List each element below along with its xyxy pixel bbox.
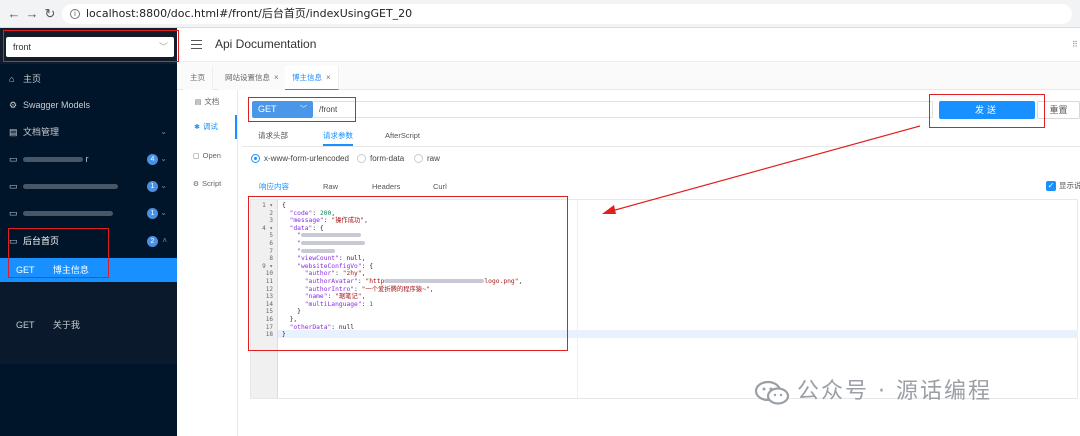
tab-request-params[interactable]: 请求参数 [323, 128, 353, 146]
tab-afterscript[interactable]: AfterScript [385, 128, 420, 146]
chevron-down-icon: ⌄ [160, 181, 167, 190]
tab-label: 网站设置信息 [225, 73, 270, 82]
doc-manage-icon: ▤ [9, 127, 18, 137]
model-icon: ⚙ [9, 100, 18, 110]
address-text: localhost:8800/doc.html#/front/后台首页/inde… [86, 7, 413, 20]
tab-curl[interactable]: Curl [433, 180, 447, 194]
blurred-label [23, 211, 113, 217]
sidebar-item-label: 主页 [23, 74, 42, 84]
radio-dot [414, 154, 423, 163]
tab-bar: 主页 网站设置信息 × 博主信息 × [177, 62, 1080, 90]
menu-icon[interactable] [191, 40, 202, 49]
address-bar[interactable]: i localhost:8800/doc.html#/front/后台首页/in… [62, 4, 1072, 24]
radio-label: x-www-form-urlencoded [264, 154, 349, 163]
rail-label: 文档 [204, 97, 220, 106]
sidebar-item-label: Swagger Models [23, 100, 91, 110]
tab-request-headers[interactable]: 请求头部 [258, 128, 288, 146]
annotation-box [929, 94, 1045, 128]
show-description-checkbox[interactable]: ✓显示说明 [1046, 180, 1080, 192]
top-header: Api Documentation [177, 28, 1080, 62]
rail-item-debug[interactable]: ✱ 调试 [177, 115, 237, 139]
annotation-arrow [602, 125, 921, 214]
rail-label: Open [202, 151, 221, 160]
chevron-down-icon: ⌄ [160, 154, 167, 163]
folder-icon: ▭ [9, 181, 18, 191]
sidebar-item-label: r [85, 154, 89, 164]
rail-label: Script [202, 179, 222, 188]
annotation-box [3, 30, 179, 62]
radio-urlencoded[interactable]: x-www-form-urlencoded [251, 153, 349, 165]
tab-site-settings[interactable]: 网站设置信息 × [218, 66, 287, 90]
open-icon: ▢ [193, 153, 200, 160]
back-arrow-icon[interactable]: ← [6, 6, 22, 22]
tab-response-content[interactable]: 响应内容 [259, 180, 289, 194]
annotation-box [248, 196, 568, 351]
sidebar-item-home[interactable]: ⌂ 主页 [0, 66, 177, 92]
close-icon[interactable]: × [326, 73, 331, 82]
blurred-label [23, 157, 83, 163]
doc-icon: ▤ [194, 99, 202, 106]
radio-label: raw [427, 154, 440, 163]
home-icon: ⌂ [9, 74, 15, 84]
api-item-about[interactable]: GET 关于我 [0, 312, 177, 338]
sidebar-item-controller-3[interactable]: ▭ 1 ⌄ [0, 200, 177, 226]
grid-icon[interactable]: ⠿ [1072, 40, 1078, 49]
tab-home[interactable]: 主页 [183, 66, 213, 90]
radio-form-data[interactable]: form-data [357, 153, 404, 165]
count-badge: 4 [147, 154, 158, 165]
rail-item-script[interactable]: ⚙ Script [177, 172, 237, 196]
api-list: GET 关于我 [0, 282, 177, 364]
request-url-input[interactable]: /front [313, 101, 933, 118]
api-method: GET [16, 320, 35, 330]
sidebar-item-controller-2[interactable]: ▭ 1 ⌄ [0, 173, 177, 199]
chevron-down-icon: ⌄ [160, 127, 167, 136]
checkmark-icon: ✓ [1046, 181, 1056, 191]
radio-raw[interactable]: raw [414, 153, 440, 165]
rail-item-open[interactable]: ▢ Open [177, 144, 237, 168]
radio-label: form-data [370, 154, 405, 163]
blurred-label [23, 184, 118, 190]
folder-icon: ▭ [9, 154, 18, 164]
chevron-up-icon: ˄ [162, 236, 167, 245]
count-badge: 1 [147, 181, 158, 192]
tab-label: 博主信息 [292, 73, 322, 82]
debug-icon: ✱ [194, 124, 200, 131]
watermark-text: 公众号 · 源话编程 [797, 379, 992, 404]
browser-toolbar: ← → ↻ i localhost:8800/doc.html#/front/后… [0, 0, 1080, 28]
sidebar-item-label: 文档管理 [23, 127, 60, 137]
radio-dot [357, 154, 366, 163]
wechat-icon [754, 380, 790, 405]
sidebar-item-swagger-models[interactable]: ⚙ Swagger Models [0, 92, 177, 118]
tab-label: 主页 [190, 73, 205, 82]
tab-headers[interactable]: Headers [372, 180, 400, 194]
sidebar-item-doc-manage[interactable]: ▤ 文档管理 ⌄ [0, 119, 177, 145]
tab-raw[interactable]: Raw [323, 180, 338, 194]
sidebar-item-controller-1[interactable]: ▭ r 4 ⌄ [0, 146, 177, 172]
radio-dot [251, 154, 260, 163]
count-badge: 2 [147, 236, 158, 247]
forward-arrow-icon[interactable]: → [24, 6, 40, 22]
info-icon[interactable]: i [70, 9, 80, 19]
arrow-line [607, 125, 921, 213]
annotation-box [248, 97, 356, 122]
doc-rail: ▤ 文档 ✱ 调试 ▢ Open ⚙ Script [177, 90, 238, 436]
chevron-down-icon: ⌄ [160, 208, 167, 217]
folder-icon: ▭ [9, 208, 18, 218]
count-badge: 1 [147, 208, 158, 219]
reload-icon[interactable]: ↻ [42, 6, 58, 22]
page-title: Api Documentation [215, 37, 317, 51]
script-icon: ⚙ [192, 181, 200, 188]
api-name: 关于我 [52, 320, 80, 330]
tab-blogger-info[interactable]: 博主信息 × [285, 66, 339, 90]
close-icon[interactable]: × [274, 73, 279, 82]
annotation-box [8, 228, 109, 278]
arrow-head [602, 205, 616, 214]
checkbox-label: 显示说明 [1059, 181, 1080, 190]
rail-item-doc[interactable]: ▤ 文档 [177, 90, 237, 114]
rail-label: 调试 [202, 122, 218, 131]
